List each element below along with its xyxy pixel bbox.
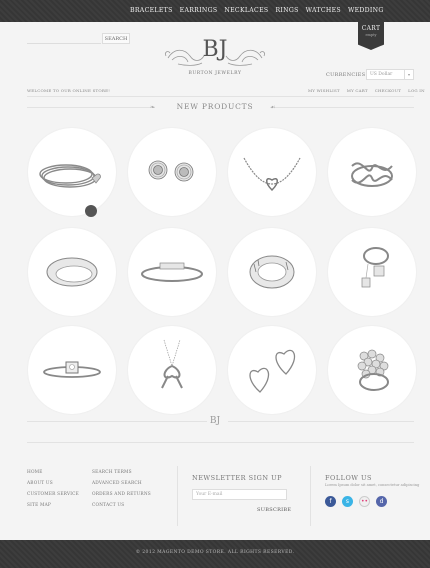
bracelet-icon xyxy=(39,164,101,188)
bead-ring-icon xyxy=(357,349,389,391)
footer-links-col1: HOME ABOUT US CUSTOMER SERVICE SITE MAP xyxy=(27,470,79,514)
chevron-down-icon: ▾ xyxy=(404,70,413,79)
welcome-message: WELCOME TO OUR ONLINE STORE! xyxy=(27,88,111,93)
cart-label: CART xyxy=(361,25,381,32)
currency-label: CURRENCIES xyxy=(326,72,366,78)
nav-item-rings[interactable]: RINGS xyxy=(275,7,298,14)
footer-link-home[interactable]: HOME xyxy=(27,470,79,475)
search-button[interactable]: SEARCH xyxy=(102,33,130,44)
product-cuff-bracelet[interactable] xyxy=(128,228,216,316)
social-links: f s •• d xyxy=(325,496,387,507)
product-bracelet[interactable] xyxy=(28,128,116,217)
product-roman-ring[interactable] xyxy=(228,228,316,316)
facebook-icon[interactable]: f xyxy=(325,496,336,507)
follow-title: FOLLOW US xyxy=(325,474,372,482)
infinity-ring-icon xyxy=(351,162,393,187)
subscribe-button[interactable]: SUBSCRIBE xyxy=(257,507,291,513)
cart-status: empty xyxy=(365,33,377,37)
product-heart-earrings[interactable] xyxy=(228,326,316,414)
footer-link-advanced-search[interactable]: ADVANCED SEARCH xyxy=(92,481,151,486)
footer-link-site-map[interactable]: SITE MAP xyxy=(27,503,79,508)
roman-ring-icon xyxy=(249,255,295,289)
earrings-icon xyxy=(148,160,194,182)
square-ring-icon xyxy=(43,361,101,378)
footer-logo-mark: BJ xyxy=(209,416,221,426)
cuff-bracelet-icon xyxy=(141,262,203,282)
footer-link-orders-returns[interactable]: ORDERS AND RETURNS xyxy=(92,492,151,497)
currency-select[interactable]: US Dollar ▾ xyxy=(366,69,414,80)
product-tag-ring[interactable] xyxy=(328,228,416,316)
section-title: NEW PRODUCTS xyxy=(176,102,254,111)
product-bead-ring[interactable] xyxy=(328,326,416,414)
footer-links-col2: SEARCH TERMS ADVANCED SEARCH ORDERS AND … xyxy=(92,470,151,514)
product-earrings[interactable] xyxy=(128,128,216,216)
divider xyxy=(27,442,414,443)
footer-link-contact-us[interactable]: CONTACT US xyxy=(92,503,151,508)
account-links: MY WISHLIST MY CART CHECKOUT LOG IN xyxy=(308,88,425,93)
product-necklace[interactable] xyxy=(228,128,316,216)
nav-item-bracelets[interactable]: BRACELETS xyxy=(130,7,173,14)
link-log-in[interactable]: LOG IN xyxy=(408,88,425,93)
link-my-cart[interactable]: MY CART xyxy=(347,88,368,93)
ribbon-pendant-icon xyxy=(161,339,183,389)
divider xyxy=(177,466,178,526)
tag-ring-icon xyxy=(361,247,389,288)
ornament-right-icon: ☙ xyxy=(270,104,276,111)
link-my-wishlist[interactable]: MY WISHLIST xyxy=(308,88,340,93)
heart-earrings-icon xyxy=(249,349,296,393)
nav-item-necklaces[interactable]: NECKLACES xyxy=(224,7,268,14)
logo-ornament-icon xyxy=(165,49,265,66)
divider xyxy=(310,466,311,526)
search-input[interactable] xyxy=(27,34,101,44)
main-nav: BRACELETS EARRINGS NECKLACES RINGS WATCH… xyxy=(130,7,384,14)
follow-subtitle: Lorem Ipsum dolor sit amet, consectetur … xyxy=(325,483,420,487)
logo[interactable]: BJ BURTON JEWELRY xyxy=(160,38,270,84)
product-infinity-ring[interactable] xyxy=(328,128,416,216)
flickr-icon[interactable]: •• xyxy=(359,496,370,507)
footer-link-search-terms[interactable]: SEARCH TERMS xyxy=(92,470,151,475)
nav-item-wedding[interactable]: WEDDING xyxy=(348,7,384,14)
nav-item-earrings[interactable]: EARRINGS xyxy=(180,7,218,14)
nav-item-watches[interactable]: WATCHES xyxy=(306,7,341,14)
newsletter-title: NEWSLETTER SIGN UP xyxy=(192,474,282,482)
newsletter-email-input[interactable]: Your E-mail xyxy=(192,489,287,500)
link-checkout[interactable]: CHECKOUT xyxy=(375,88,401,93)
product-square-ring[interactable] xyxy=(28,326,116,414)
necklace-icon xyxy=(243,157,301,192)
cart-button[interactable]: CART empty xyxy=(358,20,384,50)
delicious-icon[interactable]: d xyxy=(376,496,387,507)
copyright: © 2012 MAGENTO DEMO STORE. ALL RIGHTS RE… xyxy=(135,550,295,555)
divider xyxy=(27,96,414,97)
product-band-ring[interactable] xyxy=(28,228,116,316)
product-ribbon-pendant[interactable] xyxy=(128,326,216,414)
logo-tagline: BURTON JEWELRY xyxy=(188,71,242,76)
footer-link-customer-service[interactable]: CUSTOMER SERVICE xyxy=(27,492,79,497)
band-ring-icon xyxy=(46,257,98,287)
badge-icon xyxy=(85,205,97,217)
skype-icon[interactable]: s xyxy=(342,496,353,507)
footer-link-about-us[interactable]: ABOUT US xyxy=(27,481,79,486)
currency-value: US Dollar xyxy=(370,72,393,77)
